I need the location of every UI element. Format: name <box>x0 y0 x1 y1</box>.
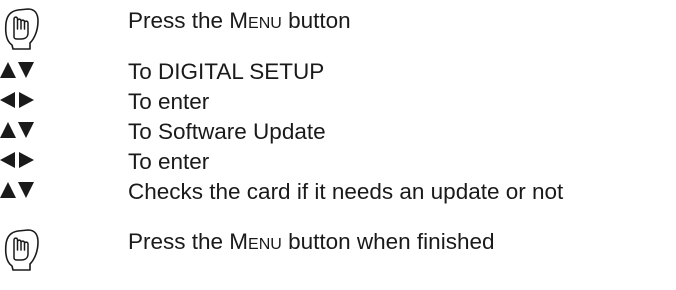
instruction-step-enter: To enter <box>0 146 676 178</box>
menu-button-name: Menu <box>229 229 282 254</box>
step-text: To enter <box>128 149 210 174</box>
instruction-step-digital-setup: To DIGITAL SETUP <box>0 56 676 88</box>
press-hand-icon <box>0 226 60 271</box>
step-text: To Software Update <box>128 119 326 144</box>
instruction-step-enter: To enter <box>0 86 676 118</box>
step-text: Checks the card if it needs an update or… <box>128 179 564 204</box>
step-text: To enter <box>128 89 210 114</box>
left-right-arrows-icon <box>0 86 60 118</box>
up-down-arrows-icon <box>0 56 60 88</box>
up-down-arrows-icon <box>0 176 60 208</box>
left-right-arrows-icon <box>0 146 60 178</box>
step-text: Press the Menu button when finished <box>128 229 495 254</box>
step-text: Press the Menu button <box>128 8 351 33</box>
instruction-step-software-update: To Software Update <box>0 116 676 148</box>
instruction-step-press-menu: Press the Menu button <box>0 5 676 50</box>
up-down-arrows-icon <box>0 116 60 148</box>
press-hand-icon <box>0 5 60 50</box>
instruction-step-check-card: Checks the card if it needs an update or… <box>0 176 676 208</box>
step-text: To DIGITAL SETUP <box>128 59 325 84</box>
instruction-step-press-menu-finished: Press the Menu button when finished <box>0 226 676 271</box>
menu-button-name: Menu <box>229 8 282 33</box>
